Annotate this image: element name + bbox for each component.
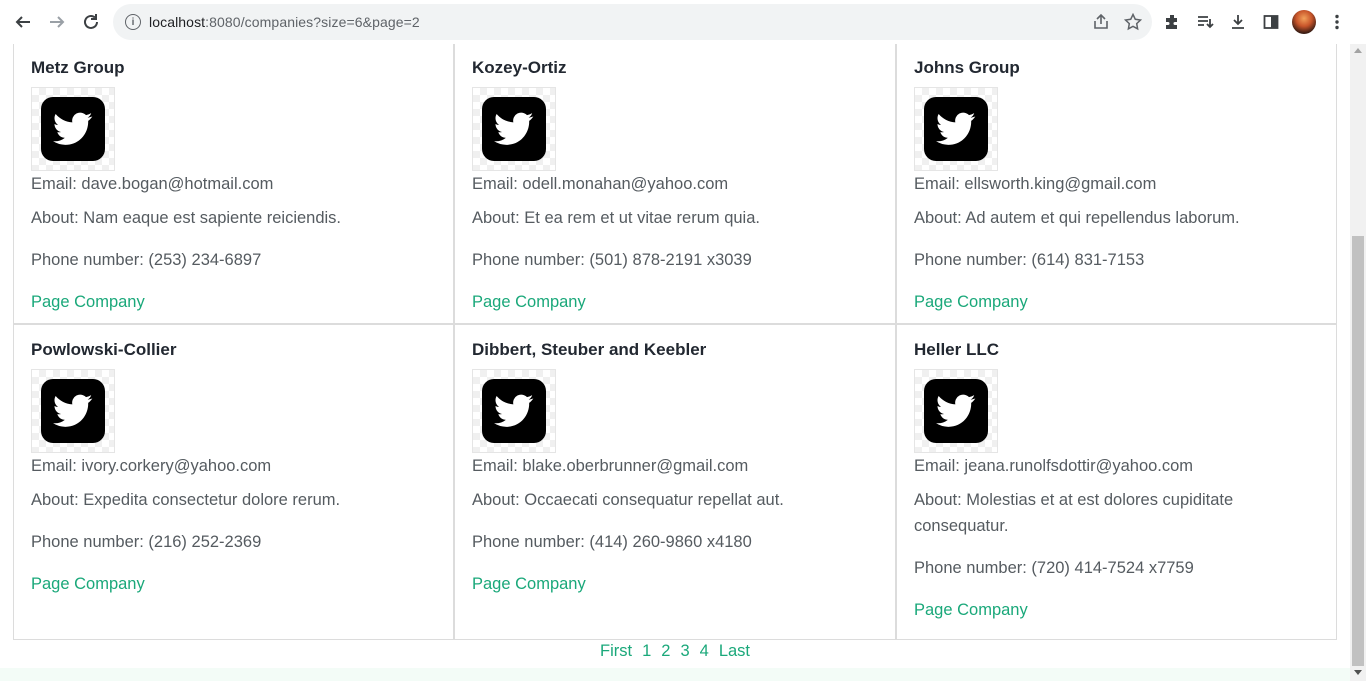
profile-avatar[interactable] [1292, 10, 1316, 34]
twitter-icon [53, 112, 93, 145]
vertical-scrollbar[interactable] [1350, 44, 1366, 681]
page-company-link[interactable]: Page Company [914, 289, 1319, 315]
reading-list-icon[interactable] [1193, 10, 1217, 34]
twitter-icon [53, 394, 93, 427]
company-grid-row-2: Powlowski-Collier Email: ivory.corkery@y… [13, 324, 1337, 640]
page-company-link[interactable]: Page Company [31, 571, 436, 597]
company-about: About: Nam eaque est sapiente reiciendis… [31, 209, 342, 227]
company-logo [31, 87, 115, 171]
company-email: Email: odell.monahan@yahoo.com [472, 175, 729, 193]
company-name: Metz Group [31, 58, 125, 77]
company-about: About: Et ea rem et ut vitae rerum quia. [472, 209, 760, 227]
company-phone: Phone number: (614) 831-7153 [914, 251, 1145, 269]
company-logo [472, 87, 556, 171]
twitter-icon [936, 112, 976, 145]
company-about: About: Occaecati consequatur repellat au… [472, 491, 784, 509]
site-info-icon[interactable]: i [125, 14, 141, 30]
scrollbar-thumb[interactable] [1352, 236, 1364, 666]
company-phone: Phone number: (720) 414-7524 x7759 [914, 559, 1194, 577]
reload-icon [84, 14, 98, 29]
company-logo [914, 369, 998, 453]
company-email: Email: ellsworth.king@gmail.com [914, 175, 1157, 193]
extensions-icon[interactable] [1160, 10, 1184, 34]
more-menu-icon[interactable] [1325, 10, 1349, 34]
company-card: Kozey-Ortiz Email: odell.monahan@yahoo.c… [454, 44, 896, 324]
company-email: Email: ivory.corkery@yahoo.com [31, 457, 272, 475]
company-email: Email: blake.oberbrunner@gmail.com [472, 457, 749, 475]
back-button[interactable] [6, 5, 40, 39]
company-grid: Metz Group Email: dave.bogan@hotmail.com… [13, 44, 1337, 324]
url-path: :8080/companies?size=6&page=2 [205, 14, 420, 30]
pagination-page-2[interactable]: 2 [661, 642, 670, 668]
pagination: First 1 2 3 4 Last [0, 642, 1350, 668]
pagination-last[interactable]: Last [719, 642, 750, 668]
page-company-link[interactable]: Page Company [31, 289, 436, 315]
reload-button[interactable] [74, 5, 108, 39]
company-phone: Phone number: (414) 260-9860 x4180 [472, 533, 752, 551]
pagination-page-4[interactable]: 4 [700, 642, 709, 668]
company-name: Johns Group [914, 58, 1020, 77]
address-bar[interactable]: i localhost:8080/companies?size=6&page=2 [113, 4, 1152, 40]
pagination-page-1[interactable]: 1 [642, 642, 651, 668]
arrow-right-icon [50, 16, 65, 28]
scroll-down-arrow-icon[interactable] [1354, 670, 1362, 675]
page-company-link[interactable]: Page Company [472, 571, 878, 597]
star-icon[interactable] [1124, 13, 1142, 31]
company-name: Heller LLC [914, 340, 1000, 359]
page-company-link[interactable]: Page Company [914, 597, 1319, 623]
company-phone: Phone number: (253) 234-6897 [31, 251, 262, 269]
url-text[interactable]: localhost:8080/companies?size=6&page=2 [149, 14, 420, 30]
browser-toolbar: i localhost:8080/companies?size=6&page=2 [0, 0, 1366, 44]
arrow-left-icon [15, 16, 30, 28]
page-company-link[interactable]: Page Company [472, 289, 878, 315]
company-about: About: Ad autem et qui repellendus labor… [914, 209, 1240, 227]
download-icon[interactable] [1226, 10, 1250, 34]
company-card: Heller LLC Email: jeana.runolfsdottir@ya… [896, 324, 1337, 640]
company-phone: Phone number: (501) 878-2191 x3039 [472, 251, 752, 269]
twitter-icon [936, 394, 976, 427]
company-name: Powlowski-Collier [31, 340, 177, 359]
company-email: Email: jeana.runolfsdottir@yahoo.com [914, 457, 1194, 475]
company-card: Metz Group Email: dave.bogan@hotmail.com… [13, 44, 454, 324]
company-logo [31, 369, 115, 453]
company-phone: Phone number: (216) 252-2369 [31, 533, 262, 551]
company-card: Johns Group Email: ellsworth.king@gmail.… [896, 44, 1337, 324]
company-logo [472, 369, 556, 453]
company-email: Email: dave.bogan@hotmail.com [31, 175, 274, 193]
url-host: localhost [149, 14, 206, 30]
share-icon[interactable] [1092, 13, 1110, 31]
pagination-first[interactable]: First [600, 642, 632, 668]
page-content: Metz Group Email: dave.bogan@hotmail.com… [0, 44, 1350, 681]
company-name: Kozey-Ortiz [472, 58, 567, 77]
twitter-icon [494, 394, 534, 427]
twitter-icon [494, 112, 534, 145]
side-panel-icon[interactable] [1259, 10, 1283, 34]
scroll-up-arrow-icon[interactable] [1354, 48, 1362, 53]
forward-button[interactable] [40, 5, 74, 39]
company-about: About: Expedita consectetur dolore rerum… [31, 491, 341, 509]
pagination-page-3[interactable]: 3 [680, 642, 689, 668]
company-card: Powlowski-Collier Email: ivory.corkery@y… [13, 324, 454, 640]
company-about: About: Molestias et at est dolores cupid… [914, 491, 1234, 535]
footer-strip [0, 668, 1350, 681]
company-name: Dibbert, Steuber and Keebler [472, 340, 707, 359]
company-card: Dibbert, Steuber and Keebler Email: blak… [454, 324, 896, 640]
company-logo [914, 87, 998, 171]
